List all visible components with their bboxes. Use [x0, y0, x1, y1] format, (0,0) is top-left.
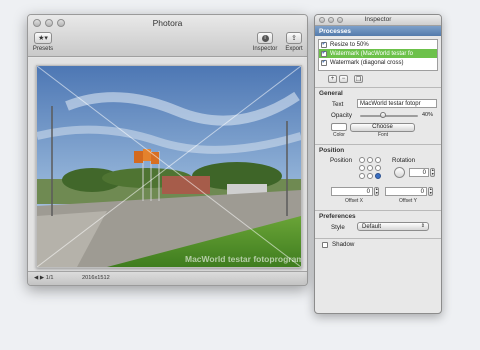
- info-icon: i: [261, 34, 269, 42]
- opacity-label: Opacity: [331, 112, 352, 119]
- color-font-row: Color Choose Font: [315, 122, 441, 140]
- rotation-field[interactable]: 0: [409, 168, 429, 177]
- color-label: Color: [333, 132, 345, 138]
- anchor-dot[interactable]: [375, 173, 381, 179]
- add-process-button[interactable]: +: [328, 75, 337, 83]
- photo-preview: MacWorld testar fotoprogram: [36, 65, 302, 268]
- processes-heading: Processes: [315, 26, 441, 36]
- preferences-heading: Preferences: [319, 213, 356, 220]
- process-buttons: + − ❐: [328, 75, 441, 83]
- rotation-stepper[interactable]: ▲ ▼: [430, 168, 435, 177]
- process-item[interactable]: ✔ Resize to 50%: [319, 40, 437, 49]
- text-label: Text: [332, 101, 344, 108]
- style-row: Style Default ⇕: [315, 221, 441, 235]
- inspector-button[interactable]: i: [257, 32, 273, 44]
- position-heading: Position: [319, 147, 345, 154]
- shadow-checkbox[interactable]: [322, 242, 328, 248]
- offset-x-label: Offset X: [345, 198, 363, 204]
- anchor-dot[interactable]: [359, 173, 365, 179]
- process-checkbox[interactable]: ✔: [321, 41, 327, 48]
- choose-font-button[interactable]: Choose: [350, 123, 415, 132]
- anchor-dot[interactable]: [375, 165, 381, 171]
- inspector-panel: Inspector Processes ✔ Resize to 50% ✔ Wa…: [314, 14, 442, 314]
- export-label: Export: [285, 46, 303, 52]
- duplicate-process-button[interactable]: ❐: [354, 75, 363, 83]
- style-label: Style: [331, 224, 345, 231]
- process-item-selected[interactable]: ✔ Watermark (MacWorld testar fo: [319, 49, 437, 58]
- inspector-title: Inspector: [364, 16, 392, 23]
- main-window: Photora ★▾ Presets i Inspector ⇪ Export: [27, 14, 308, 286]
- position-row: Position Rotation 0 ▲ ▼: [315, 155, 441, 185]
- shadow-row: Shadow: [315, 239, 441, 251]
- offset-row: 0 ▲ ▼ Offset X 0 ▲ ▼ Offset Y: [315, 185, 441, 204]
- opacity-value: 40%: [422, 112, 434, 118]
- opacity-row: Opacity 40%: [315, 111, 441, 122]
- process-label: Resize to 50%: [330, 41, 369, 48]
- watermark-text: MacWorld testar fotoprogram: [185, 254, 301, 264]
- offset-y-field[interactable]: 0: [385, 187, 427, 196]
- rotation-label: Rotation: [392, 157, 416, 164]
- process-label: Watermark (diagonal cross): [330, 59, 404, 66]
- anchor-dot[interactable]: [367, 173, 373, 179]
- presets-label: Presets: [32, 46, 54, 52]
- opacity-slider-track[interactable]: [360, 115, 418, 117]
- inspector-titlebar: Inspector: [315, 15, 441, 26]
- watermark-text-field[interactable]: MacWorld testar fotopr: [357, 99, 437, 108]
- inspector-label: Inspector: [252, 46, 278, 52]
- offset-x-stepper[interactable]: ▲ ▼: [374, 187, 379, 196]
- image-canvas[interactable]: MacWorld testar fotoprogram: [28, 58, 307, 273]
- status-bar: ◀ ▶ 1/1 2016x1512: [28, 271, 307, 285]
- process-label: Watermark (MacWorld testar fo: [330, 50, 414, 57]
- duplicate-icon: ❐: [355, 76, 362, 83]
- offset-y-label: Offset Y: [399, 198, 417, 204]
- position-label: Position: [330, 157, 353, 164]
- opacity-slider-knob[interactable]: [380, 112, 387, 118]
- process-checkbox[interactable]: ✔: [321, 59, 327, 66]
- process-list: ✔ Resize to 50% ✔ Watermark (MacWorld te…: [318, 39, 438, 71]
- export-button[interactable]: ⇪: [286, 32, 302, 44]
- photo-image: MacWorld testar fotoprogram: [37, 66, 301, 267]
- general-heading: General: [319, 90, 343, 97]
- anchor-dot[interactable]: [359, 165, 365, 171]
- anchor-grid[interactable]: [359, 157, 381, 179]
- font-label: Font: [377, 132, 388, 138]
- anchor-dot[interactable]: [359, 157, 365, 163]
- popup-arrows-icon: ⇕: [420, 223, 425, 229]
- shadow-label: Shadow: [332, 241, 355, 248]
- page-navigation[interactable]: ◀ ▶ 1/1: [34, 275, 54, 281]
- main-toolbar: Photora ★▾ Presets i Inspector ⇪ Export: [28, 15, 307, 57]
- anchor-dot[interactable]: [367, 165, 373, 171]
- offset-x-field[interactable]: 0: [331, 187, 373, 196]
- image-dimensions: 2016x1512: [82, 275, 110, 281]
- process-item[interactable]: ✔ Watermark (diagonal cross): [319, 58, 437, 67]
- anchor-dot[interactable]: [375, 157, 381, 163]
- export-icon: ⇪: [291, 35, 297, 42]
- presets-button[interactable]: ★▾: [34, 32, 52, 44]
- color-well[interactable]: [331, 123, 347, 131]
- offset-y-stepper[interactable]: ▲ ▼: [428, 187, 433, 196]
- rotation-dial[interactable]: [394, 167, 405, 178]
- text-row: Text MacWorld testar fotopr: [315, 98, 441, 111]
- remove-process-button[interactable]: −: [339, 75, 348, 83]
- style-popup[interactable]: Default ⇕: [357, 222, 429, 231]
- anchor-dot[interactable]: [367, 157, 373, 163]
- star-icon: ★▾: [38, 35, 48, 42]
- style-value: Default: [362, 224, 382, 230]
- process-checkbox[interactable]: ✔: [321, 50, 327, 57]
- window-title: Photora: [152, 18, 183, 28]
